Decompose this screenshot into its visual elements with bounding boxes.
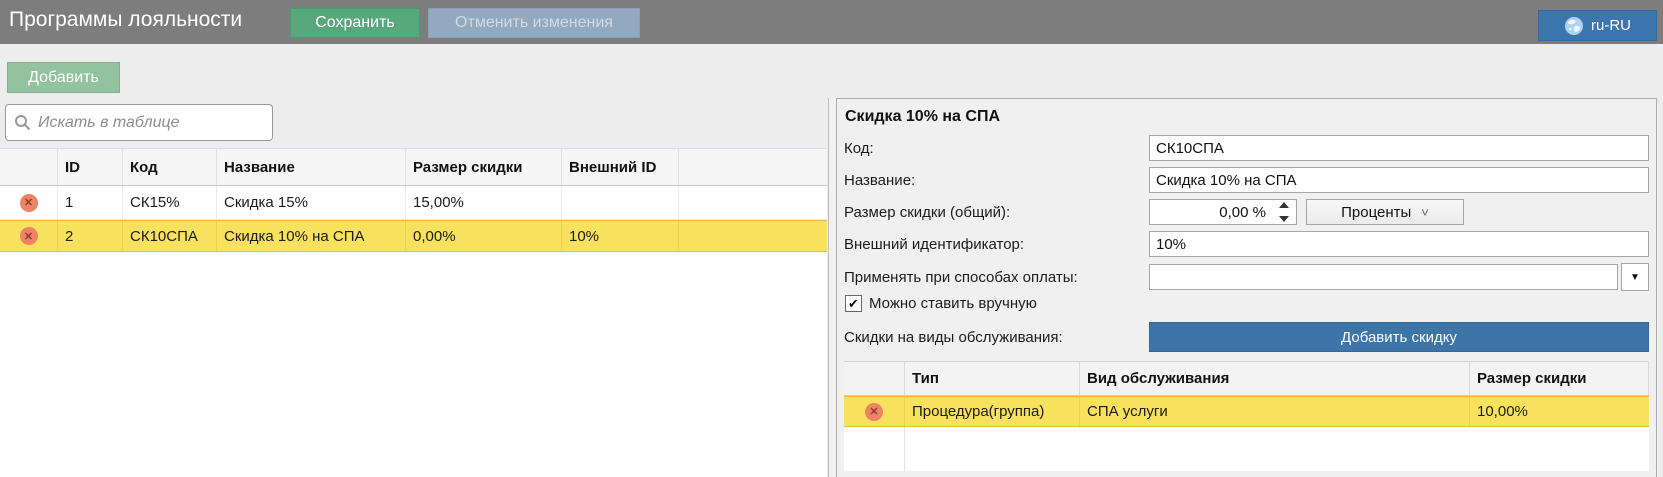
spin-down-icon[interactable] — [1279, 216, 1289, 222]
panel-splitter[interactable] — [828, 98, 836, 477]
discount-size-spinner — [1149, 199, 1297, 225]
code-field[interactable] — [1149, 135, 1649, 161]
manual-apply-label: Можно ставить вручную — [869, 295, 1037, 312]
table-row-selected[interactable]: ✕ 2 СК10СПА Скидка 10% на СПА 0,00% 10% — [0, 220, 827, 252]
header-name[interactable]: Название — [217, 149, 406, 185]
delete-row-icon[interactable]: ✕ — [20, 194, 38, 212]
save-button[interactable]: Сохранить — [290, 8, 420, 38]
service-table-row-selected[interactable]: ✕ Процедура(группа) СПА услуги 10,00% — [844, 396, 1649, 427]
name-field[interactable] — [1149, 167, 1649, 193]
service-discounts-label: Скидки на виды обслуживания: — [844, 329, 1149, 346]
cell-code: СК10СПА — [123, 221, 217, 251]
name-label: Название: — [844, 172, 1149, 189]
service-cell-service: СПА услуги — [1080, 397, 1470, 426]
service-cell-type: Процедура(группа) — [905, 397, 1080, 426]
search-input[interactable] — [38, 114, 264, 132]
spin-up-icon[interactable] — [1279, 202, 1289, 208]
add-discount-button[interactable]: Добавить скидку — [1149, 322, 1649, 352]
code-label: Код: — [844, 140, 1149, 157]
discount-detail-panel: Скидка 10% на СПА Код: Название: Размер … — [836, 98, 1657, 477]
panel-title: Скидка 10% на СПА — [845, 108, 1649, 126]
cell-name: Скидка 15% — [217, 186, 406, 219]
header-id[interactable]: ID — [58, 149, 123, 185]
top-bar: Программы лояльности Сохранить Отменить … — [0, 0, 1663, 44]
cell-discount: 0,00% — [406, 221, 562, 251]
chevron-down-icon: ˅ — [1421, 205, 1429, 220]
header-filler — [679, 149, 827, 185]
discount-unit-value: Проценты — [1341, 204, 1411, 221]
spinner-arrows[interactable] — [1279, 202, 1291, 222]
manual-checkbox-check: ✔ — [848, 296, 859, 312]
payment-methods-label: Применять при способах оплаты: — [844, 269, 1149, 286]
service-header-type[interactable]: Тип — [905, 362, 1080, 395]
page-title: Программы лояльности — [9, 8, 242, 32]
discount-unit-dropdown[interactable]: Проценты ˅ — [1306, 199, 1464, 225]
external-id-field[interactable] — [1149, 231, 1649, 257]
cell-discount: 15,00% — [406, 186, 562, 219]
delete-service-row-icon[interactable]: ✕ — [865, 403, 883, 421]
header-code[interactable]: Код — [123, 149, 217, 185]
cell-name: Скидка 10% на СПА — [217, 221, 406, 251]
cancel-changes-button[interactable]: Отменить изменения — [428, 8, 640, 38]
service-cell-discount: 10,00% — [1470, 397, 1649, 426]
loyalty-table: ID Код Название Размер скидки Внешний ID… — [0, 148, 827, 477]
table-row[interactable]: ✕ 1 СК15% Скидка 15% 15,00% — [0, 186, 827, 220]
payment-methods-dropdown-button[interactable]: ▼ — [1621, 263, 1649, 291]
manual-apply-checkbox[interactable]: ✔ — [845, 295, 862, 312]
delete-row-icon[interactable]: ✕ — [20, 227, 38, 245]
header-external-id[interactable]: Внешний ID — [562, 149, 679, 185]
locale-button[interactable]: ru-RU — [1538, 10, 1657, 41]
header-discount[interactable]: Размер скидки — [406, 149, 562, 185]
cell-external-id — [562, 186, 679, 219]
cell-external-id: 10% — [562, 221, 679, 251]
service-header-discount[interactable]: Размер скидки — [1470, 362, 1649, 395]
external-id-label: Внешний идентификатор: — [844, 236, 1149, 253]
dropdown-arrow-icon: ▼ — [1630, 272, 1640, 283]
cell-code: СК15% — [123, 186, 217, 219]
cell-id: 1 — [58, 186, 123, 219]
table-header-row: ID Код Название Размер скидки Внешний ID — [0, 148, 827, 186]
service-header-delete-col — [844, 362, 905, 395]
discount-size-field[interactable] — [1149, 199, 1297, 225]
add-button[interactable]: Добавить — [7, 62, 120, 93]
table-search — [5, 104, 273, 141]
locale-label: ru-RU — [1591, 17, 1631, 34]
service-table-header: Тип Вид обслуживания Размер скидки — [844, 361, 1649, 396]
search-icon — [14, 114, 31, 131]
payment-methods-field[interactable] — [1149, 264, 1618, 290]
service-discounts-table: Тип Вид обслуживания Размер скидки ✕ Про… — [844, 361, 1649, 471]
globe-icon — [1564, 16, 1584, 36]
discount-size-label: Размер скидки (общий): — [844, 204, 1149, 221]
cell-id: 2 — [58, 221, 123, 251]
service-header-service[interactable]: Вид обслуживания — [1080, 362, 1470, 395]
header-delete-col — [0, 149, 58, 185]
service-table-empty-area — [844, 427, 1649, 471]
